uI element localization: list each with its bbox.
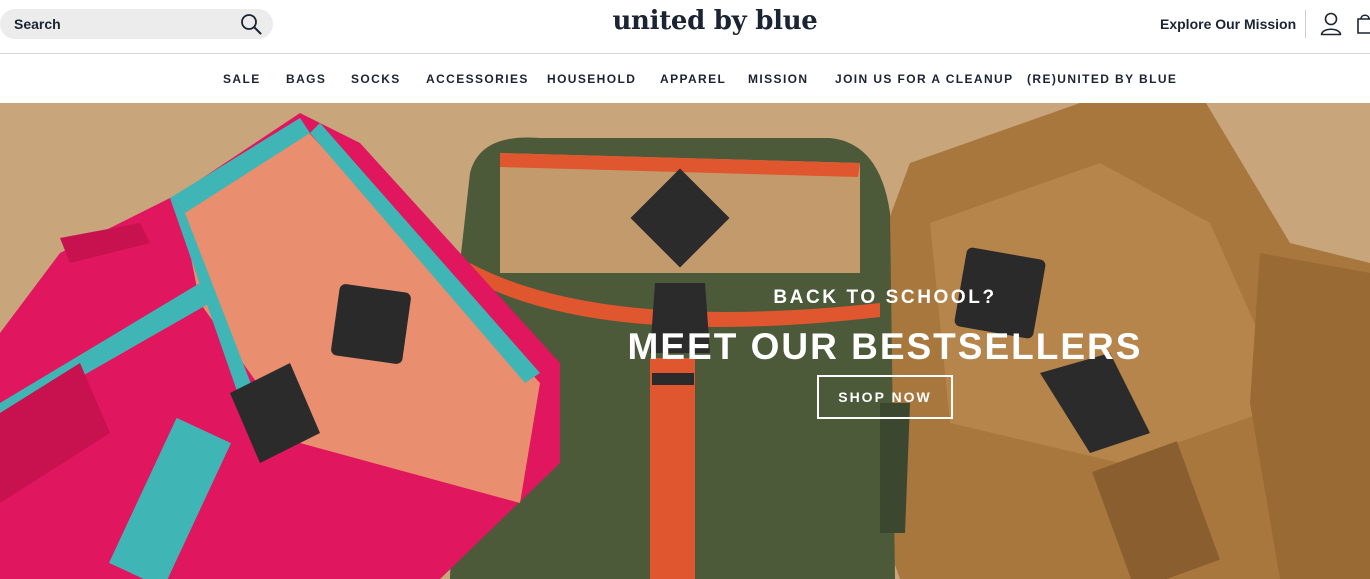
site-header: Search united by blue Explore Our Missio…: [0, 0, 1370, 54]
account-icon[interactable]: [1320, 12, 1342, 36]
nav-item-socks[interactable]: SOCKS: [351, 72, 401, 86]
site-logo[interactable]: united by blue: [560, 6, 870, 36]
nav-item-accessories[interactable]: ACCESSORIES: [426, 72, 529, 86]
hero-eyebrow: BACK TO SCHOOL?: [773, 287, 997, 308]
cart-icon[interactable]: [1356, 12, 1370, 36]
nav-item-reunited[interactable]: (RE)UNITED BY BLUE: [1027, 72, 1177, 86]
hero-banner[interactable]: BACK TO SCHOOL? MEET OUR BESTSELLERS SHO…: [0, 103, 1370, 579]
search-icon[interactable]: [240, 13, 262, 35]
explore-mission-link[interactable]: Explore Our Mission: [1160, 16, 1296, 32]
nav-item-mission[interactable]: MISSION: [748, 72, 808, 86]
nav-item-cleanup[interactable]: JOIN US FOR A CLEANUP: [835, 72, 1014, 86]
shop-now-button[interactable]: SHOP NOW: [817, 375, 953, 419]
nav-item-apparel[interactable]: APPAREL: [660, 72, 726, 86]
nav-item-sale[interactable]: SALE: [223, 72, 261, 86]
nav-item-household[interactable]: HOUSEHOLD: [547, 72, 636, 86]
hero-title: MEET OUR BESTSELLERS: [627, 326, 1143, 367]
header-divider: [1305, 10, 1306, 38]
search-input[interactable]: Search: [0, 9, 273, 39]
search-placeholder: Search: [14, 16, 61, 32]
main-nav: SALE BAGS SOCKS ACCESSORIES HOUSEHOLD AP…: [0, 55, 1370, 103]
nav-item-bags[interactable]: BAGS: [286, 72, 326, 86]
